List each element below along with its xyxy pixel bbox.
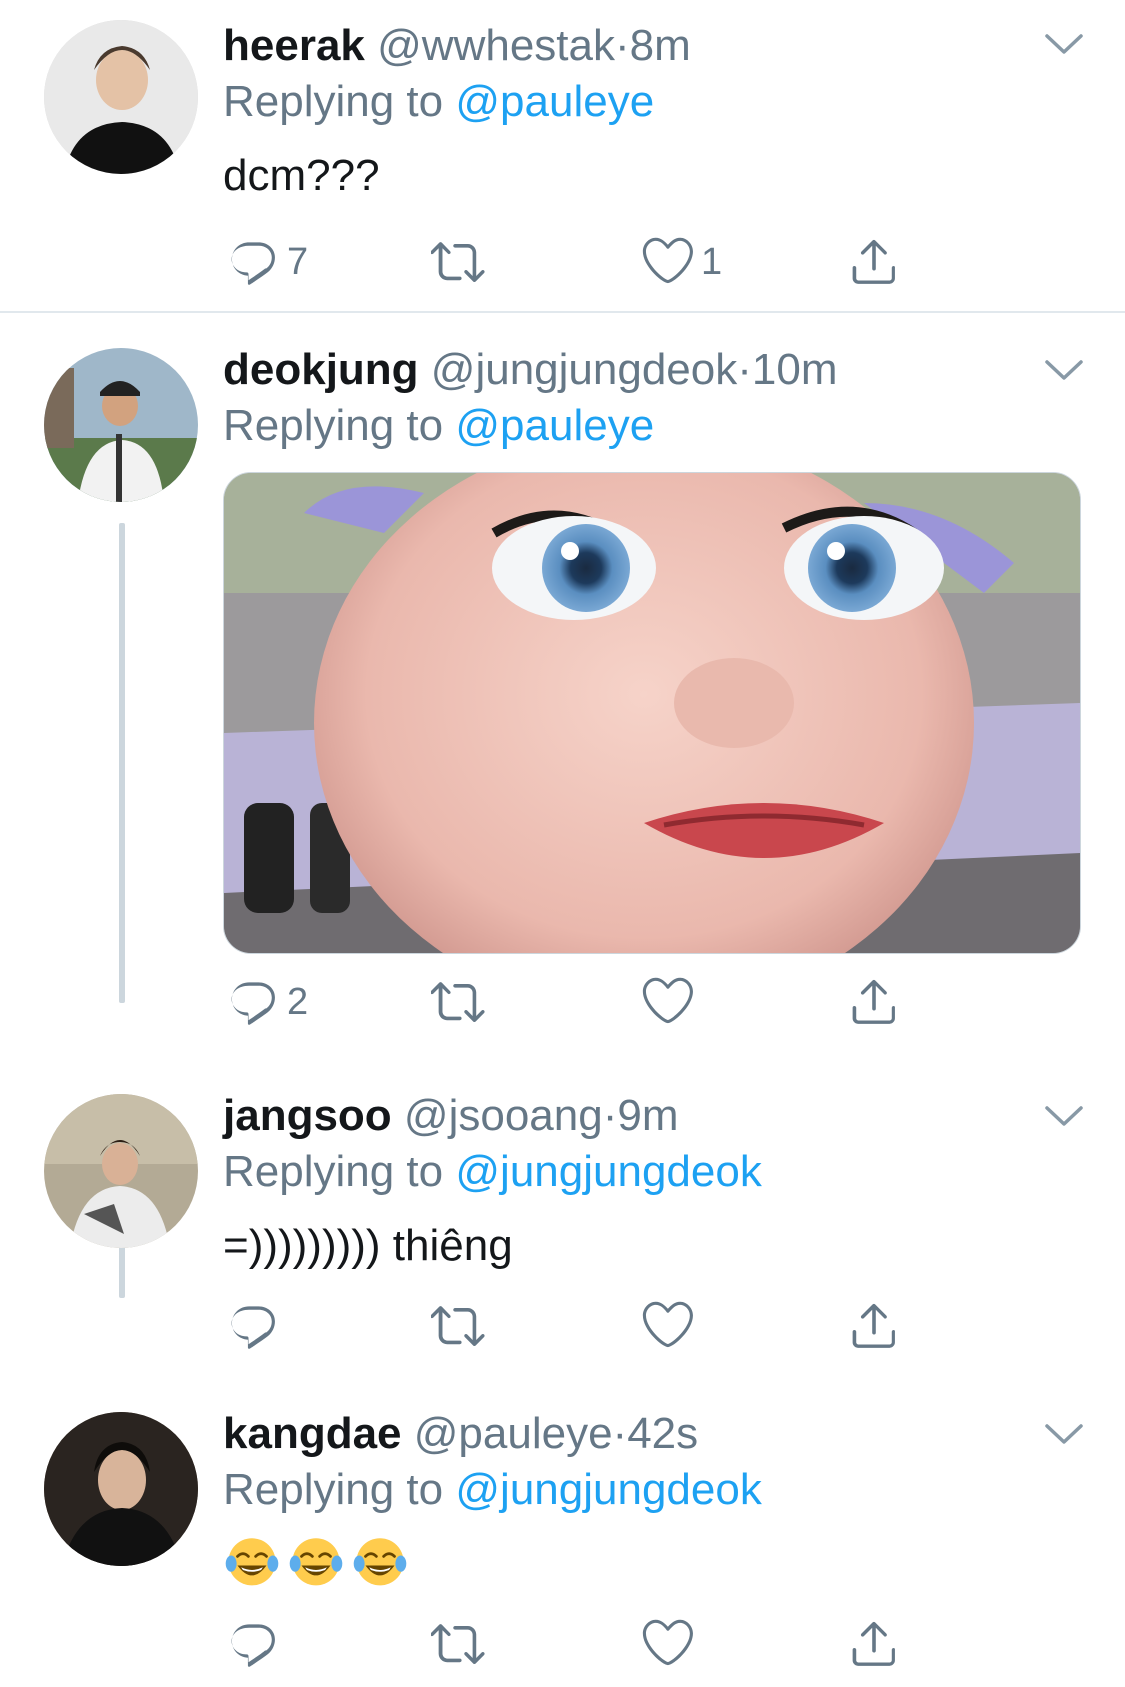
username[interactable]: @jsooang — [404, 1091, 603, 1140]
retweet-icon — [431, 1617, 485, 1671]
avatar[interactable] — [44, 1412, 198, 1566]
username[interactable]: @wwhestak — [377, 21, 615, 70]
display-name[interactable]: jangsoo — [223, 1091, 392, 1140]
reply-button[interactable]: 2 — [227, 972, 308, 1032]
reply-icon — [227, 975, 281, 1029]
share-icon — [847, 1299, 901, 1353]
like-button[interactable] — [641, 1614, 695, 1674]
retweet-button[interactable] — [431, 232, 491, 292]
like-button[interactable] — [641, 972, 695, 1032]
chevron-down-icon[interactable] — [1044, 1422, 1084, 1448]
retweet-icon — [431, 975, 485, 1029]
timestamp[interactable]: 42s — [627, 1409, 698, 1458]
avatar[interactable] — [44, 348, 198, 502]
like-icon — [641, 1299, 695, 1353]
tweet-header: deokjung @jungjungdeok·10m — [223, 342, 838, 398]
display-name[interactable]: heerak — [223, 21, 365, 70]
share-button[interactable] — [847, 1296, 901, 1356]
action-bar — [223, 1296, 923, 1356]
share-icon — [847, 235, 901, 289]
retweet-button[interactable] — [431, 1614, 485, 1674]
like-button[interactable]: 1 — [641, 232, 722, 292]
tweet[interactable]: jangsoo @jsooang·9m Replying to @jungjun… — [0, 1090, 1125, 1390]
tweet-text: dcm??? — [223, 151, 380, 200]
like-icon — [641, 1617, 695, 1671]
replying-to: Replying to @jungjungdeok — [223, 1462, 762, 1518]
share-icon — [847, 1617, 901, 1671]
reply-count: 2 — [287, 980, 309, 1023]
share-icon — [847, 975, 901, 1029]
avatar[interactable] — [44, 20, 198, 174]
avatar[interactable] — [44, 1094, 198, 1248]
mention-link[interactable]: @pauleye — [455, 401, 654, 450]
tweet-media-image[interactable] — [223, 472, 1081, 954]
chevron-down-icon[interactable] — [1044, 358, 1084, 384]
tweet-emoji — [223, 1530, 415, 1589]
share-button[interactable] — [847, 1614, 901, 1674]
tweet[interactable]: heerak @wwhestak·8m Replying to @pauleye… — [0, 0, 1125, 290]
retweet-icon — [431, 235, 485, 289]
username[interactable]: @jungjungdeok — [431, 345, 737, 394]
mention-link[interactable]: @jungjungdeok — [455, 1465, 761, 1514]
like-icon — [641, 975, 695, 1029]
share-button[interactable] — [847, 232, 901, 292]
chevron-down-icon[interactable] — [1044, 32, 1084, 58]
face-with-tears-of-joy-icon — [223, 1531, 281, 1589]
replying-to: Replying to @jungjungdeok — [223, 1144, 762, 1200]
reply-icon — [227, 235, 281, 289]
like-button[interactable] — [641, 1296, 695, 1356]
chevron-down-icon[interactable] — [1044, 1104, 1084, 1130]
replying-to: Replying to @pauleye — [223, 74, 654, 130]
separator: · — [737, 345, 752, 394]
tweet-text: =))))))))) thiêng — [223, 1221, 513, 1270]
reply-icon — [227, 1617, 281, 1671]
reply-button[interactable] — [227, 1614, 281, 1674]
like-count: 1 — [701, 240, 723, 283]
separator: · — [614, 21, 630, 70]
tweet-header: heerak @wwhestak·8m — [223, 18, 691, 74]
timestamp[interactable]: 10m — [752, 345, 838, 394]
reply-icon — [227, 1299, 281, 1353]
tweet-header: jangsoo @jsooang·9m — [223, 1088, 679, 1144]
action-bar — [223, 1614, 923, 1674]
timestamp[interactable]: 9m — [617, 1091, 678, 1140]
tweet-header: kangdae @pauleye·42s — [223, 1406, 698, 1462]
action-bar: 2 — [223, 972, 923, 1032]
replying-label: Replying to — [223, 1465, 444, 1514]
replying-to: Replying to @pauleye — [223, 398, 654, 454]
display-name[interactable]: deokjung — [223, 345, 419, 394]
mention-link[interactable]: @pauleye — [455, 77, 654, 126]
face-with-tears-of-joy-icon — [351, 1531, 409, 1589]
retweet-button[interactable] — [431, 972, 485, 1032]
replying-label: Replying to — [223, 77, 444, 126]
reply-button[interactable]: 7 — [227, 232, 308, 292]
display-name[interactable]: kangdae — [223, 1409, 402, 1458]
replying-label: Replying to — [223, 401, 444, 450]
reply-button[interactable] — [227, 1296, 281, 1356]
retweet-button[interactable] — [431, 1296, 485, 1356]
replying-label: Replying to — [223, 1147, 444, 1196]
mention-link[interactable]: @jungjungdeok — [455, 1147, 761, 1196]
divider — [0, 311, 1125, 313]
share-button[interactable] — [847, 972, 901, 1032]
tweet[interactable]: kangdae @pauleye·42s Replying to @jungju… — [0, 1408, 1125, 1687]
action-bar: 7 1 — [223, 232, 923, 292]
like-icon — [641, 235, 695, 289]
separator: · — [602, 1091, 618, 1140]
username[interactable]: @pauleye — [414, 1409, 613, 1458]
retweet-icon — [431, 1299, 485, 1353]
separator: · — [612, 1409, 628, 1458]
face-with-tears-of-joy-icon — [287, 1531, 345, 1589]
reply-count: 7 — [287, 240, 309, 283]
timestamp[interactable]: 8m — [630, 21, 691, 70]
